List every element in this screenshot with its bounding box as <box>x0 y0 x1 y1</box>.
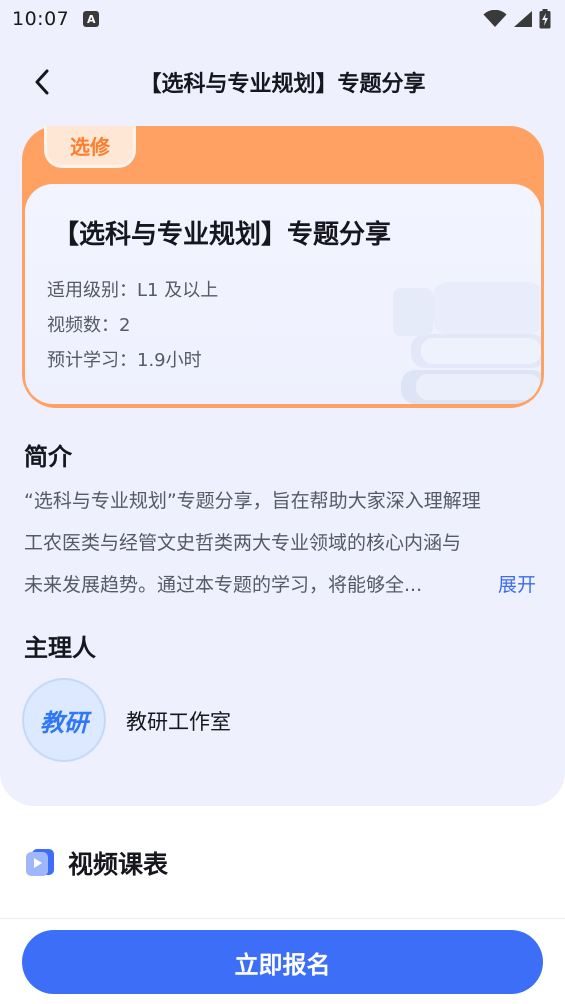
nav-header: 【选科与专业规划】专题分享 <box>0 56 565 108</box>
page-title: 【选科与专业规划】专题分享 <box>139 72 426 97</box>
tag-label: 选修 <box>70 135 110 159</box>
course-video-count: 视频数：2 <box>47 315 131 336</box>
battery-icon <box>539 9 551 29</box>
course-card-body: 【选科与专业规划】专题分享 适用级别：L1 及以上 视频数：2 预计学习：1.9… <box>25 184 541 404</box>
intro-heading: 简介 <box>24 443 72 471</box>
status-icons <box>483 9 551 29</box>
course-level: 适用级别：L1 及以上 <box>47 280 219 301</box>
host-name[interactable]: 教研工作室 <box>126 706 231 736</box>
wifi-icon <box>483 10 507 27</box>
bottom-divider <box>0 918 565 919</box>
intro-text-line: “选科与专业规划”专题分享，旨在帮助大家深入理解理 <box>24 490 481 512</box>
chevron-left-icon <box>35 69 49 95</box>
books-illustration-icon <box>393 282 541 404</box>
status-time: 10:07 <box>12 8 70 30</box>
course-detail-page: 10:07 A 【选科与专业规划】专题分享 选修 【选科与专业规划】专题分享 适… <box>0 0 565 1004</box>
signal-icon <box>514 11 532 27</box>
elective-tag: 选修 <box>44 126 136 168</box>
course-title: 【选科与专业规划】专题分享 <box>53 220 392 250</box>
status-bar: 10:07 A <box>0 0 565 38</box>
course-card: 选修 【选科与专业规划】专题分享 适用级别：L1 及以上 视频数：2 预计学习：… <box>22 126 544 408</box>
notification-icon: A <box>83 11 100 27</box>
signup-button[interactable]: 立即报名 <box>22 930 543 994</box>
avatar-text: 教研 <box>40 708 88 737</box>
host-avatar[interactable]: 教研 <box>22 678 106 762</box>
intro-text-line: 未来发展趋势。通过本专题的学习，将能够全... <box>24 574 423 596</box>
video-schedule-heading: 视频课表 <box>68 850 169 879</box>
host-heading: 主理人 <box>24 634 96 662</box>
intro-text-line: 工农医类与经管文史哲类两大专业领域的核心内涵与 <box>24 532 462 554</box>
back-button[interactable] <box>24 64 60 100</box>
video-playlist-icon <box>26 849 54 876</box>
course-estimated-time: 预计学习：1.9小时 <box>47 350 202 371</box>
expand-link[interactable]: 展开 <box>498 570 536 597</box>
